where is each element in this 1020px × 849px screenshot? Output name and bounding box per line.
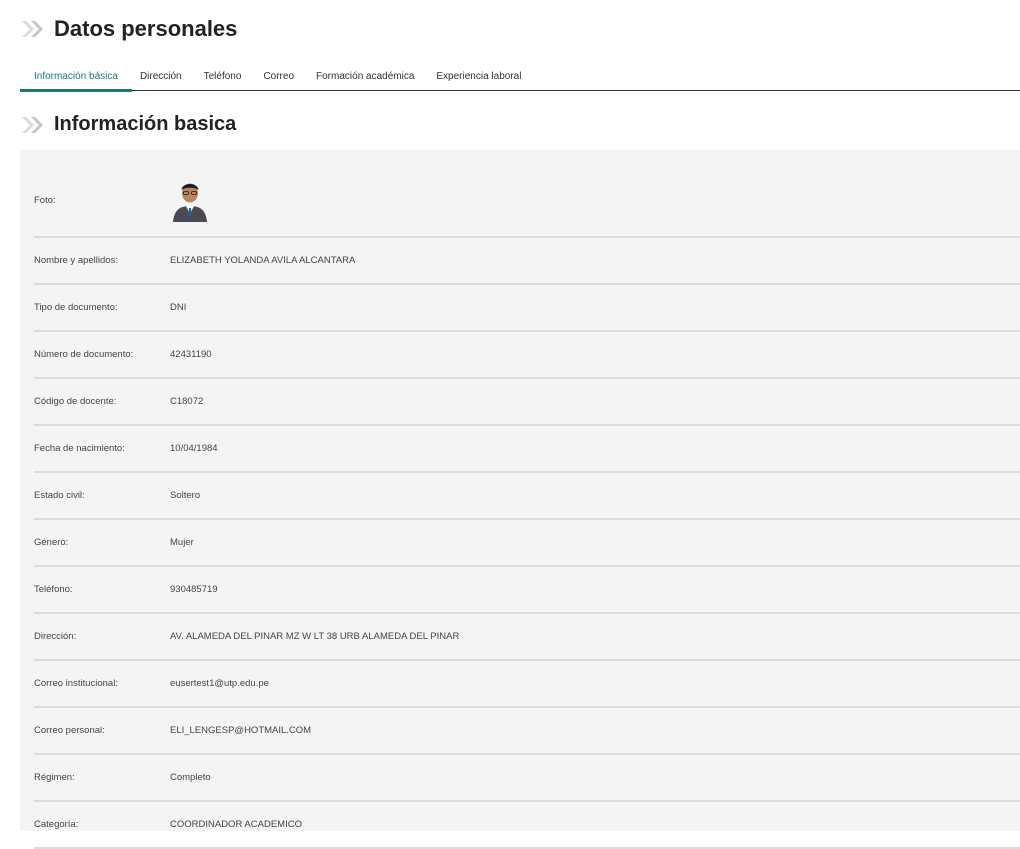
field-label: Correo personal: [34,725,105,736]
field-value: AV. ALAMEDA DEL PINAR MZ W LT 38 URB ALA… [170,631,460,642]
photo-row: Foto: [34,164,1020,238]
field-row-regimen: Régimen: Completo [34,755,1020,802]
tab-bar: Información básica Dirección Teléfono Co… [20,66,1020,92]
tab-telefono[interactable]: Teléfono [204,71,242,90]
field-value: ELIZABETH YOLANDA AVILA ALCANTARA [170,255,356,266]
user-photo-icon [170,180,210,222]
section-title: Información basica [54,113,237,135]
field-row-correo-institucional: Correo institucional: eusertest1@utp.edu… [34,661,1020,708]
field-value: Soltero [170,490,201,501]
profile-fields: Foto: Nombre y apellidos: ELIZABETH YOLA… [34,164,1020,849]
double-chevron-icon [20,115,50,135]
field-label: Tipo de documento: [34,302,118,313]
field-row-categoria: Categoría: COORDINADOR ACADEMICO [34,802,1020,849]
tab-formacion-academica[interactable]: Formación académica [316,71,414,90]
field-label: Estado civil: [34,490,85,501]
field-row-estado-civil: Estado civil: Soltero [34,473,1020,520]
field-value: 42431190 [170,349,212,360]
avatar [170,178,210,222]
tab-direccion[interactable]: Dirección [140,71,182,90]
field-row-numero-documento: Número de documento: 42431190 [34,332,1020,379]
field-label: Correo institucional: [34,678,118,689]
page-header: Datos personales [20,16,237,42]
double-chevron-icon [20,19,50,39]
field-value: ELI_LENGESP@HOTMAIL.COM [170,725,312,736]
tab-informacion-basica[interactable]: Información básica [20,71,132,92]
field-value: 930485719 [170,584,218,595]
field-row-correo-personal: Correo personal: ELI_LENGESP@HOTMAIL.COM [34,708,1020,755]
section-header: Información basica [20,113,236,136]
field-row-telefono: Teléfono: 930485719 [34,567,1020,614]
page-title: Datos personales [54,16,238,41]
field-row-genero: Género: Mujer [34,520,1020,567]
field-value: C18072 [170,396,204,407]
tab-experiencia-laboral[interactable]: Experiencia laboral [436,71,521,90]
field-value: COORDINADOR ACADEMICO [170,819,302,830]
field-row-nombre: Nombre y apellidos: ELIZABETH YOLANDA AV… [34,238,1020,285]
field-row-codigo-docente: Código de docente: C18072 [34,379,1020,426]
field-value: DNI [170,302,187,313]
field-label: Nombre y apellidos: [34,255,118,266]
field-value: Mujer [170,537,194,548]
field-value: eusertest1@utp.edu.pe [170,678,269,689]
field-label: Teléfono: [34,584,73,595]
field-label: Género: [34,537,69,548]
field-label: Régimen: [34,772,75,783]
profile-card: Foto: Nombre y apellidos: ELIZABETH YOLA… [20,150,1020,849]
tab-correo[interactable]: Correo [263,71,294,90]
field-label: Categoría: [34,819,79,830]
field-row-fecha-nacimiento: Fecha de nacimiento: 10/04/1984 [34,426,1020,473]
field-value: Completo [170,772,211,783]
field-row-tipo-documento: Tipo de documento: DNI [34,285,1020,332]
field-label: Dirección: [34,631,77,642]
field-label: Fecha de nacimiento: [34,443,125,454]
field-value: 10/04/1984 [170,443,218,454]
field-row-direccion: Dirección: AV. ALAMEDA DEL PINAR MZ W LT… [34,614,1020,661]
field-label: Foto: [34,194,56,206]
field-label: Código de docente: [34,396,117,407]
page: Datos personales Información básica Dire… [0,0,1020,849]
field-label: Número de documento: [34,349,134,360]
